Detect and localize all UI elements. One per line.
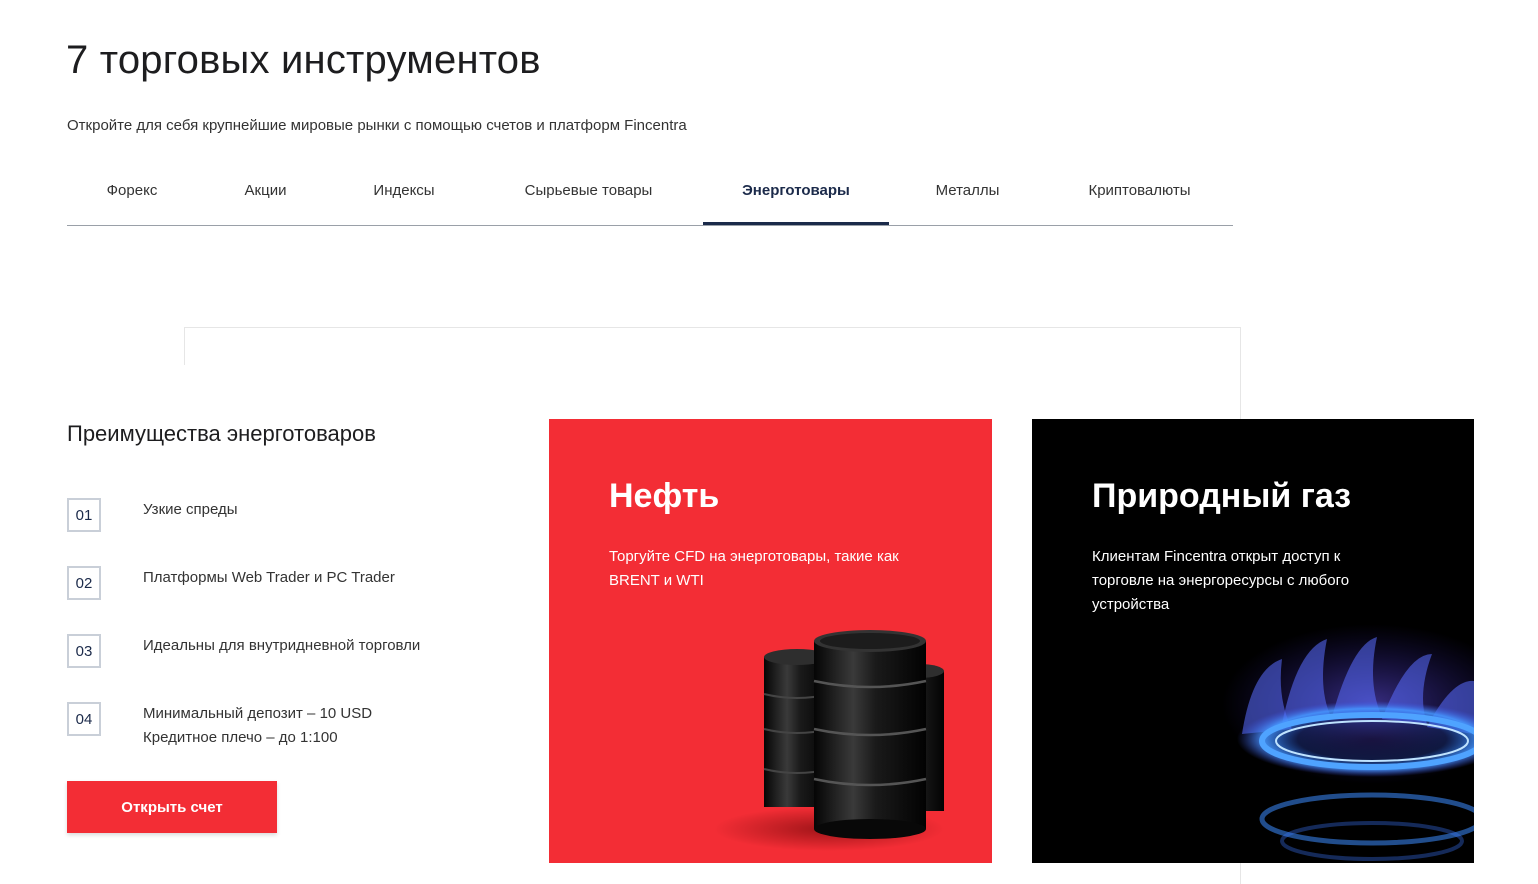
- oil-barrels-icon: [714, 630, 944, 851]
- tab-energy[interactable]: Энерготовары: [703, 168, 889, 225]
- content-frame-border: [184, 327, 1240, 328]
- gas-card-text: Клиентам Fincentra открыт доступ к торго…: [1092, 548, 1350, 613]
- tab-commodities[interactable]: Сырьевые товары: [474, 168, 703, 225]
- advantage-text: Узкие спреды: [143, 498, 523, 522]
- advantage-item: 03 Идеальны для внутридневной торговли: [67, 634, 507, 694]
- tab-stocks[interactable]: Акции: [197, 168, 334, 225]
- tab-crypto[interactable]: Криптовалюты: [1046, 168, 1233, 225]
- instrument-tabs: Форекс Акции Индексы Сырьевые товары Эне…: [67, 168, 1233, 226]
- advantage-number: 01: [67, 498, 101, 532]
- advantages-title: Преимущества энерготоваров: [67, 421, 376, 446]
- advantage-text: Идеальны для внутридневной торговли: [143, 634, 523, 658]
- open-account-button[interactable]: Открыть счет: [67, 781, 277, 833]
- oil-card-title: Нефть: [609, 477, 720, 515]
- advantage-line: Идеальны для внутридневной торговли: [143, 637, 421, 654]
- gas-card-title: Природный газ: [1092, 477, 1352, 515]
- oil-card-text: Торгуйте CFD на энерготовары, такие как …: [609, 548, 899, 589]
- advantage-line: Платформы Web Trader и PC Trader: [143, 569, 395, 586]
- advantage-text: Платформы Web Trader и PC Trader: [143, 566, 523, 590]
- page-subtitle: Откройте для себя крупнейшие мировые рын…: [67, 117, 687, 134]
- advantage-text: Минимальный депозит – 10 USD Кредитное п…: [143, 702, 523, 750]
- advantage-line: Кредитное плечо – до 1:100: [143, 729, 338, 746]
- oil-card[interactable]: Нефть Торгуйте CFD на энерготовары, таки…: [549, 419, 992, 863]
- advantage-number: 03: [67, 634, 101, 668]
- advantage-item: 04 Минимальный депозит – 10 USD Кредитно…: [67, 702, 507, 762]
- advantage-item: 02 Платформы Web Trader и PC Trader: [67, 566, 507, 626]
- content-frame-border: [184, 327, 185, 365]
- tab-forex[interactable]: Форекс: [67, 168, 197, 225]
- tab-metals[interactable]: Металлы: [889, 168, 1046, 225]
- advantage-item: 01 Узкие спреды: [67, 498, 507, 558]
- gas-flame-icon: [1222, 624, 1474, 861]
- gas-card[interactable]: Природный газ Клиентам Fincentra открыт …: [1032, 419, 1474, 863]
- advantage-line: Узкие спреды: [143, 501, 238, 518]
- page-title: 7 торговых инструментов: [66, 38, 541, 82]
- advantage-line: Минимальный депозит – 10 USD: [143, 705, 373, 722]
- advantage-number: 02: [67, 566, 101, 600]
- tab-indices[interactable]: Индексы: [334, 168, 474, 225]
- advantage-number: 04: [67, 702, 101, 736]
